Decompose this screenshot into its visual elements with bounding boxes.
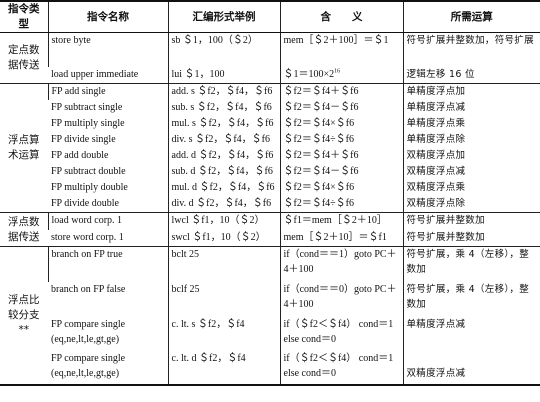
instr-name: load upper immediate (48, 66, 168, 84)
table-row: FP divide single div. s ＄f2，＄f4，＄f6 ＄f2＝… (0, 131, 540, 148)
instr-example: mul. d ＄f2，＄f4，＄f6 (167, 179, 280, 196)
category-cell: 浮点比较分支** (0, 246, 48, 386)
instr-meaning: ＄f2＝＄f4÷＄f6 (279, 195, 403, 213)
instr-ops: 符号扩展并整数加 (402, 212, 540, 230)
header-ops: 所需运算 (402, 0, 540, 33)
instr-meaning: ＄f1＝mem［＄2＋10］ (279, 212, 403, 230)
instr-example: div. d ＄f2，＄f4，＄f6 (167, 195, 280, 213)
instr-example: mul. s ＄f2，＄f4，＄f6 (167, 115, 280, 132)
instr-ops: 单精度浮点减 (402, 316, 540, 351)
table-row: FP multiply double mul. d ＄f2，＄f4，＄f6 ＄f… (0, 179, 540, 196)
instr-ops: 符号扩展并整数加 (402, 229, 540, 247)
instr-meaning: ＄f2＝＄f4×＄f6 (279, 115, 403, 132)
table-row: 浮点数据传送 load word corp. 1 lwcl ＄f1，10（＄2）… (0, 212, 540, 247)
table-row: FP divide double div. d ＄f2，＄f4，＄f6 ＄f2＝… (0, 195, 540, 213)
instr-example: sb ＄1，100（＄2） (167, 32, 280, 67)
table-row: 浮点算术运算 FP add single add. s ＄f2，＄f4，＄f6 … (0, 83, 540, 213)
instr-name: FP add double (51, 149, 109, 161)
instr-example: div. s ＄f2，＄f4，＄f6 (167, 131, 280, 148)
category-cell: 浮点算术运算 (0, 83, 48, 213)
header-row: 指令类型 指令名称 汇编形式举例 含 义 所需运算 (0, 0, 540, 33)
instr-ops: 双精度浮点除 (402, 195, 540, 213)
table-row: store word corp. 1 swcl ＄f1，10（＄2） mem［＄… (0, 229, 540, 247)
table-row: FP add double add. d ＄f2，＄f4，＄f6 ＄f2＝＄f4… (0, 147, 540, 164)
instr-meaning: if（＄f2＜＄f4） cond＝1 else cond＝0 (279, 350, 403, 386)
instr-ops: 单精度浮点减 (402, 99, 540, 116)
instr-example: lui ＄1，100 (167, 66, 280, 84)
table-row: FP subtract single sub. s ＄f2，＄f4，＄f6 ＄f… (0, 99, 540, 116)
header-example: 汇编形式举例 (167, 0, 280, 33)
instr-example: c. lt. s ＄f2，＄f4 (167, 316, 280, 351)
instr-ops: 双精度浮点加 (402, 147, 540, 164)
meaning-exponent: 16 (334, 68, 341, 75)
instr-name: load word corp. 1 (47, 212, 168, 230)
instr-meaning: ＄f2＝＄f4×＄f6 (279, 179, 403, 196)
instr-example: bclf 25 (167, 281, 280, 317)
table-row: FP compare single (eq,ne,lt,le,gt,ge) c.… (0, 350, 540, 386)
meaning-base: ＄1＝100×2 (283, 68, 335, 80)
instr-meaning: if（cond＝＝0）goto PC＋4＋100 (279, 281, 403, 317)
instr-name: FP compare single (eq,ne,lt,le,gt,ge) (51, 318, 126, 345)
table-row: branch on FP false bclf 25 if（cond＝＝0）go… (0, 281, 540, 317)
instr-example: add. s ＄f2，＄f4，＄f6 (167, 83, 280, 100)
table-row: FP multiply single mul. s ＄f2，＄f4，＄f6 ＄f… (0, 115, 540, 132)
instr-ops: 双精度浮点减 (402, 163, 540, 180)
header-name: 指令名称 (47, 0, 168, 33)
instr-ops: 单精度浮点乘 (402, 115, 540, 132)
table-row: FP subtract double sub. d ＄f2，＄f4，＄f6 ＄f… (0, 163, 540, 180)
instr-ops: 符号扩展，乘 4（左移），整数加 (402, 281, 540, 317)
instr-name: store word corp. 1 (48, 229, 168, 247)
table-row: FP compare single (eq,ne,lt,le,gt,ge) c.… (0, 316, 540, 351)
instr-example: sub. d ＄f2，＄f4，＄f6 (167, 163, 280, 180)
instr-name: FP compare single (eq,ne,lt,le,gt,ge) (48, 350, 168, 386)
instr-name: branch on FP true (47, 246, 168, 282)
instr-meaning: ＄1＝100×216 (279, 66, 403, 84)
instr-name: FP divide double (48, 195, 168, 213)
instr-meaning: if（cond＝＝1）goto PC＋4＋100 (279, 246, 403, 282)
instr-name: FP add single (47, 83, 168, 100)
category-cell: 浮点数据传送 (0, 212, 48, 247)
instr-ops: 双精度浮点减 (402, 350, 540, 386)
category-cell: 定点数据传送 (0, 32, 48, 84)
table-row: 定点数据传送 store byte sb ＄1，100（＄2） mem［＄2＋1… (0, 32, 540, 84)
instr-example: c. lt. d ＄f2，＄f4 (167, 350, 280, 386)
instr-ops: 单精度浮点加 (402, 83, 540, 100)
instr-ops: 双精度浮点乘 (402, 179, 540, 196)
instr-meaning: mem［＄2＋10］＝＄f1 (279, 229, 403, 247)
instr-ops: 逻辑左移 16 位 (402, 66, 540, 84)
instr-meaning: if（＄f2＜＄f4） cond＝1 else cond＝0 (279, 316, 403, 351)
instr-name: FP multiply single (51, 117, 125, 129)
instr-example: sub. s ＄f2，＄f4，＄f6 (167, 99, 280, 116)
instruction-table: 指令类型 指令名称 汇编形式举例 含 义 所需运算 定点数据传送 store b… (0, 0, 540, 386)
instr-name: branch on FP false (51, 283, 126, 295)
instr-name: FP multiply double (51, 181, 128, 193)
instr-meaning: ＄f2＝＄f4÷＄f6 (279, 131, 403, 148)
instr-meaning: ＄f2＝＄f4－＄f6 (279, 99, 403, 116)
instr-meaning: ＄f2＝＄f4－＄f6 (279, 163, 403, 180)
instr-name: FP divide single (51, 133, 116, 145)
instr-meaning: ＄f2＝＄f4＋＄f6 (279, 83, 403, 100)
instr-ops: 符号扩展并整数加，符号扩展 (402, 32, 540, 67)
instr-name: store byte (47, 32, 168, 67)
instr-ops: 符号扩展，乘 4（左移），整数加 (402, 246, 540, 282)
instr-example: add. d ＄f2，＄f4，＄f6 (167, 147, 280, 164)
instruction-table-container: 指令类型 指令名称 汇编形式举例 含 义 所需运算 定点数据传送 store b… (0, 0, 540, 402)
instr-name: FP subtract single (51, 101, 123, 113)
instr-example: bclt 25 (167, 246, 280, 282)
header-type: 指令类型 (0, 0, 48, 33)
table-row: load upper immediate lui ＄1，100 ＄1＝100×2… (0, 66, 540, 84)
instr-name: FP subtract double (51, 165, 126, 177)
instr-example: swcl ＄f1，10（＄2） (167, 229, 280, 247)
instr-example: lwcl ＄f1，10（＄2） (167, 212, 280, 230)
instr-meaning: mem［＄2＋100］＝＄1 (279, 32, 403, 67)
instr-meaning: ＄f2＝＄f4＋＄f6 (279, 147, 403, 164)
header-meaning: 含 义 (279, 0, 403, 33)
table-row: 浮点比较分支** branch on FP true bclt 25 if（co… (0, 246, 540, 386)
instr-ops: 单精度浮点除 (402, 131, 540, 148)
